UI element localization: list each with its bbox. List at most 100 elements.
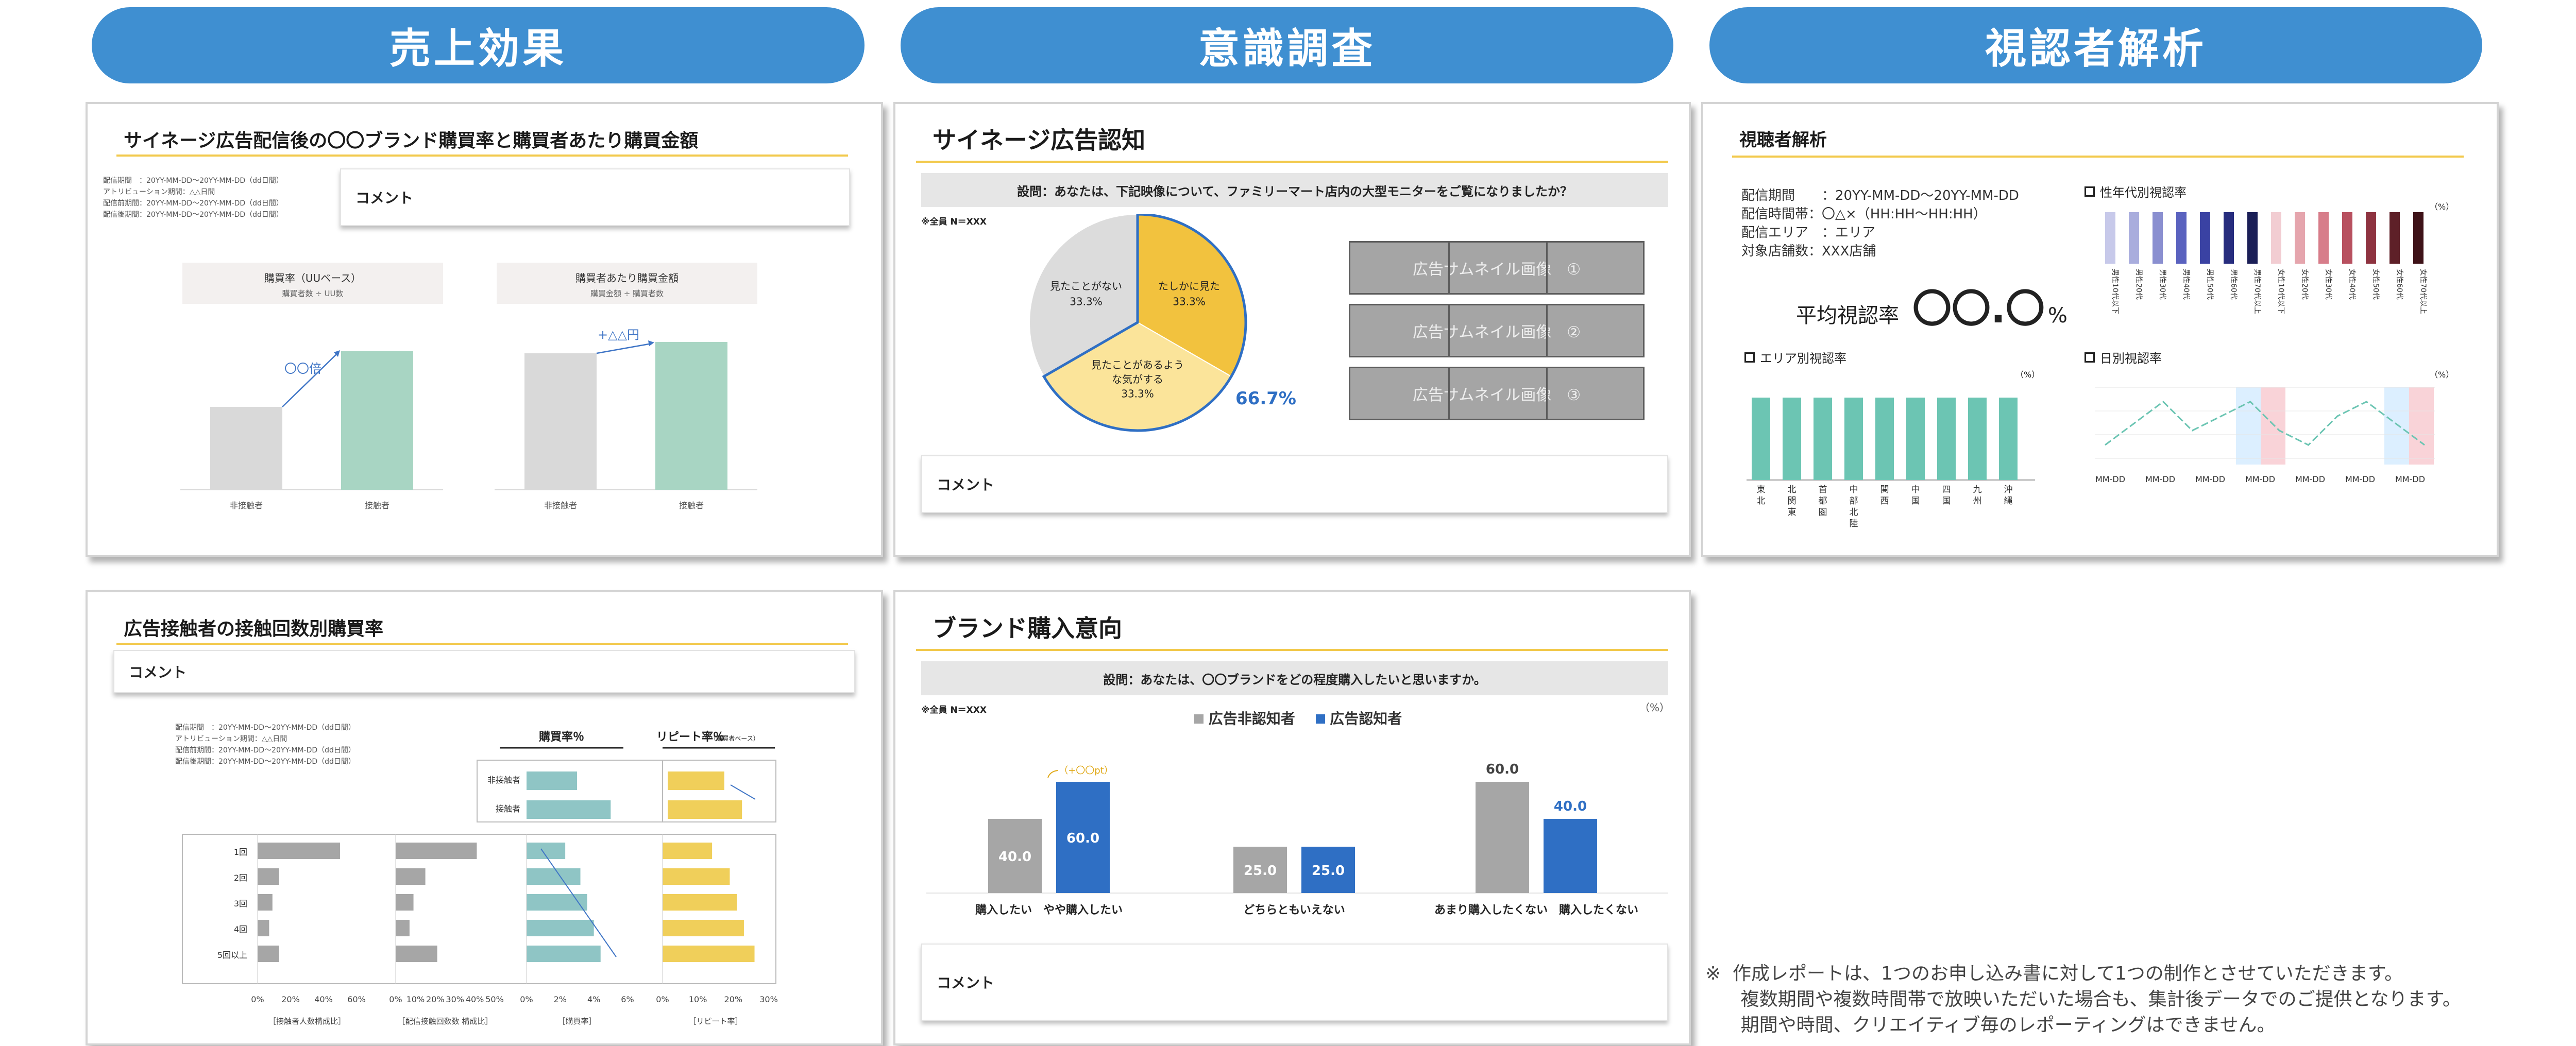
bar-exposed-rate — [341, 351, 413, 490]
frequency-bar — [663, 894, 737, 911]
footnote: ※ 作成レポートは、1つのお申し込み書に対して1つの制作とさせていただきます。 … — [1705, 963, 2461, 1036]
age-bar — [2247, 212, 2258, 264]
highlight-band — [2409, 387, 2434, 465]
average-view-rate: 平均視認率 〇〇.〇 % — [1796, 286, 2067, 332]
tick-label: 40% — [466, 994, 484, 1004]
age-label: 女性30代 — [2324, 269, 2333, 300]
bar-nonexposed-rate — [210, 407, 282, 490]
area-label: 部 — [1850, 496, 1858, 506]
area-bar — [1752, 398, 1770, 480]
delivery-info: 配信期間 ：20YY-MM-DD〜20YY-MM-DD 配信時間帯：〇△×（HH:… — [1741, 188, 2019, 259]
axis-title: ［リピート率］ — [688, 1017, 742, 1026]
row-label: 4回 — [234, 924, 247, 934]
frequency-bar — [663, 946, 755, 962]
header-awareness-survey: 意識調査 — [901, 7, 1673, 83]
area-label: 北 — [1850, 507, 1858, 518]
area-bar — [1783, 398, 1801, 480]
pct-unit: （%） — [2430, 370, 2454, 380]
ad-thumbnail-1[interactable]: 広告サムネイル画像 ① — [1349, 241, 1645, 295]
x-label: 接触者 — [679, 501, 704, 510]
delta-annotation: （+〇〇pt） — [1059, 765, 1113, 776]
trend-arrow — [730, 784, 756, 800]
day-label: MM-DD — [2095, 474, 2125, 484]
area-label: 圏 — [1819, 507, 1827, 518]
sales-effect-bars: 〇〇倍 +△△円 非接触者 接触者 非接触者 接触者 — [180, 328, 757, 510]
header-viewer-analysis: 視認者解析 — [1709, 7, 2482, 83]
bar-exposed-spend — [655, 342, 727, 490]
repeat-rate-bar — [668, 771, 724, 790]
frequency-bar — [396, 868, 426, 885]
data-label: 25.0 — [1312, 863, 1345, 879]
x-label: 接触者 — [365, 501, 389, 510]
area-label: 中 — [1911, 485, 1920, 495]
tick-label: 2% — [554, 994, 567, 1004]
row-label: 1回 — [234, 847, 247, 857]
age-bar — [2295, 212, 2305, 264]
data-label: 40.0 — [998, 849, 1031, 865]
area-label: 縄 — [2004, 496, 2013, 506]
frequency-bar — [663, 868, 730, 885]
tick-label: 50% — [485, 994, 504, 1004]
sample-size: ※全員 N＝XXX — [921, 217, 987, 227]
age-bar — [2413, 212, 2424, 264]
age-bar — [2153, 212, 2163, 264]
age-label: 男性30代 — [2158, 269, 2166, 300]
area-label: 九 — [1973, 485, 1982, 495]
age-gender-bar-chart: 男性10代以下 男性20代 男性30代 男性40代 男性50代 男性60代 男性70代以上 女… — [2105, 212, 2428, 314]
age-bar — [2129, 212, 2139, 264]
awareness-total-callout: 66.7% — [1235, 388, 1296, 409]
age-label: 男性20代 — [2134, 269, 2143, 300]
age-label: 女性70代以上 — [2419, 269, 2428, 314]
day-label: MM-DD — [2295, 474, 2325, 484]
pct-unit: （%） — [2015, 370, 2040, 380]
tick-label: 20% — [281, 994, 300, 1004]
column-header: 購買率％ — [539, 730, 584, 744]
daily-section-title: 日別視認率 — [2084, 348, 2162, 366]
tick-label: 20% — [724, 994, 743, 1004]
area-bar — [1875, 398, 1894, 480]
age-bar — [2366, 212, 2376, 264]
card-purchase-intent: ブランド購入意向 設問：あなたは、〇〇ブランドをどの程度購入したいと思いますか。… — [893, 590, 1691, 1045]
comment-box[interactable]: コメント — [921, 944, 1668, 1021]
frequency-bar — [527, 920, 594, 936]
repeat-rate-bar — [668, 800, 742, 819]
area-section-title: エリア別視認率 — [1744, 348, 1846, 366]
data-label: 60.0 — [1066, 831, 1099, 846]
age-label: 女性20代 — [2300, 269, 2309, 300]
age-bar — [2200, 212, 2210, 264]
age-bar — [2271, 212, 2281, 264]
tick-label: 0% — [520, 994, 533, 1004]
tick-label: 0% — [251, 994, 264, 1004]
age-label: 男性10代以下 — [2111, 269, 2119, 314]
area-bar — [1968, 398, 1987, 480]
ad-thumbnail-3[interactable]: 広告サムネイル画像 ③ — [1349, 367, 1645, 420]
pie-label: 見たことがない — [1050, 280, 1122, 292]
tick-label: 0% — [389, 994, 402, 1004]
age-label: 女性50代 — [2371, 269, 2380, 300]
card-contact-frequency: 広告接触者の接触回数別購買率 コメント 配信期間 ：20YY-MM-DD〜20Y… — [86, 590, 883, 1045]
pie-value: 33.3% — [1173, 295, 1206, 307]
highlight-band — [2384, 387, 2409, 465]
category-label: あまり購入したくない 購入したくない — [1434, 904, 1638, 917]
tick-label: 10% — [406, 994, 425, 1004]
row-label: 3回 — [234, 899, 247, 908]
age-bar — [2318, 212, 2329, 264]
bar-nonexposed-spend — [524, 353, 597, 490]
highlight-band — [2261, 387, 2285, 465]
ad-thumbnail-2[interactable]: 広告サムネイル画像 ② — [1349, 304, 1645, 357]
data-label: 25.0 — [1244, 863, 1277, 879]
frequency-bar — [396, 920, 410, 936]
delta-bracket — [1047, 770, 1058, 778]
age-bar — [2105, 212, 2115, 264]
frequency-bar — [258, 894, 273, 911]
area-bar — [1937, 398, 1956, 480]
purchase-intent-bar-chart: 40.0 60.0 購入したい やや購入したい 25.0 25.0 どちらともいえない 60… — [926, 762, 1668, 917]
frequency-bar — [258, 843, 340, 859]
pie-label: 見たことがあるよう — [1091, 359, 1184, 371]
age-bar — [2389, 212, 2400, 264]
comment-box[interactable]: コメント — [921, 455, 1668, 513]
area-label: 北 — [1757, 496, 1766, 506]
day-label: MM-DD — [2195, 474, 2225, 484]
area-label: 四 — [1942, 485, 1951, 495]
frequency-bar — [396, 894, 414, 911]
